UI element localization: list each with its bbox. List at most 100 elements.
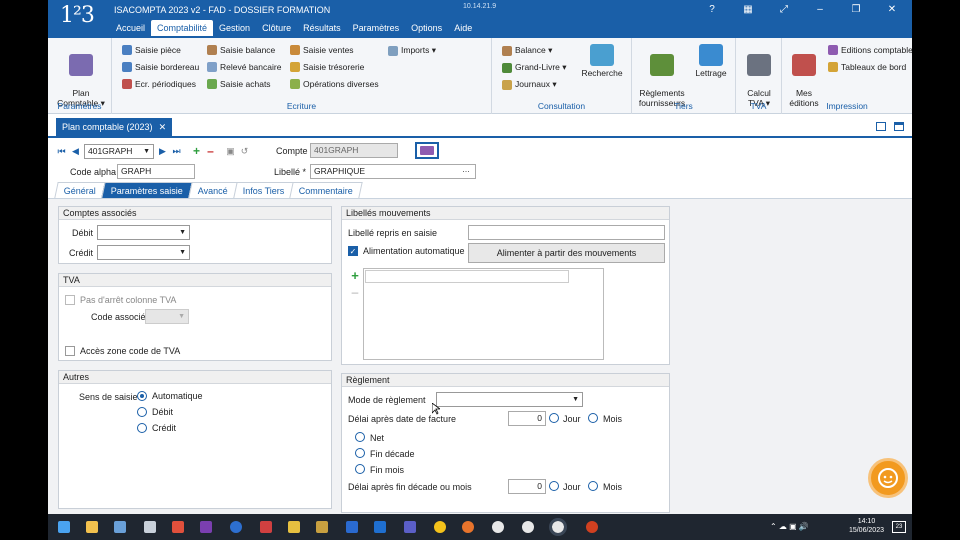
remove-icon[interactable]: –	[205, 144, 216, 158]
minimize-icon[interactable]: –	[810, 3, 830, 17]
powerpoint-icon[interactable]	[586, 521, 598, 533]
menu-cloture[interactable]: Clôture	[256, 20, 297, 36]
calcul-tva-button[interactable]: Calcul TVA ▾	[739, 44, 779, 108]
reglements-fournisseurs-button[interactable]: Règlements fournisseurs	[636, 44, 688, 108]
saisie-balance-button[interactable]: Saisie balance	[207, 45, 275, 55]
add-icon[interactable]: +	[348, 269, 362, 283]
tab-plan-comptable[interactable]: Plan comptable (2023) ✕	[56, 118, 173, 136]
imports-button[interactable]: Imports ▾	[388, 45, 436, 56]
saisie-ventes-button[interactable]: Saisie ventes	[290, 45, 354, 55]
prev-record-icon[interactable]: ◀	[70, 144, 81, 158]
debit-select[interactable]: ▼	[97, 225, 190, 240]
releve-bancaire-button[interactable]: Relevé bancaire	[207, 62, 281, 72]
menu-options[interactable]: Options	[405, 20, 448, 36]
undo-icon[interactable]: ↺	[239, 144, 250, 158]
next-record-icon[interactable]: ▶	[157, 144, 168, 158]
radio-fin-mois[interactable]	[355, 464, 365, 474]
radio-credit[interactable]	[137, 423, 147, 433]
code-associe-select[interactable]: ▼	[145, 309, 189, 324]
radio-automatique[interactable]	[137, 391, 147, 401]
radio-jour-2[interactable]	[549, 481, 559, 491]
app-icon[interactable]	[172, 521, 184, 533]
last-record-icon[interactable]: ⏭	[171, 144, 182, 158]
tab-infos-tiers[interactable]: Infos Tiers	[233, 182, 295, 198]
tab-avance[interactable]: Avancé	[188, 182, 238, 198]
menu-accueil[interactable]: Accueil	[110, 20, 151, 36]
credit-select[interactable]: ▼	[97, 245, 190, 260]
code-alpha-field[interactable]: GRAPH	[117, 164, 195, 179]
saisie-piece-button[interactable]: Saisie pièce	[122, 45, 181, 55]
restore-arrows-icon[interactable]: ⤢	[774, 3, 794, 17]
operations-diverses-button[interactable]: Opérations diverses	[290, 79, 379, 89]
menu-resultats[interactable]: Résultats	[297, 20, 347, 36]
delai2-input[interactable]: 0	[508, 479, 546, 494]
journaux-button[interactable]: Journaux ▾	[502, 79, 557, 90]
libelle-field[interactable]: GRAPHIQUE	[310, 164, 476, 179]
remove-icon[interactable]: –	[348, 285, 362, 299]
radio-mois-2[interactable]	[588, 481, 598, 491]
app-icon[interactable]	[230, 521, 242, 533]
window-icon[interactable]	[894, 122, 904, 131]
onenote-icon[interactable]	[200, 521, 212, 533]
app-icon[interactable]	[144, 521, 156, 533]
menu-aide[interactable]: Aide	[448, 20, 478, 36]
lettrage-button[interactable]: Lettrage	[690, 44, 732, 78]
tab-general[interactable]: Général	[54, 182, 106, 198]
radio-net[interactable]	[355, 432, 365, 442]
mode-reglement-select[interactable]: ▼	[436, 392, 583, 407]
radio-mois[interactable]	[588, 413, 598, 423]
libelle-repris-input[interactable]	[468, 225, 665, 240]
alimentation-checkbox[interactable]: ✓	[348, 246, 358, 256]
radio-jour[interactable]	[549, 413, 559, 423]
app-icon[interactable]	[288, 521, 300, 533]
outlook-icon[interactable]	[374, 521, 386, 533]
help-icon[interactable]: ?	[702, 3, 722, 17]
delai-input[interactable]: 0	[508, 411, 546, 426]
saisie-tresorerie-button[interactable]: Saisie trésorerie	[290, 62, 364, 72]
firefox-icon[interactable]	[462, 521, 474, 533]
close-tab-icon[interactable]: ✕	[159, 118, 167, 136]
windows-start-icon[interactable]	[58, 521, 70, 533]
clock[interactable]: 14:10 15/06/2023	[849, 517, 884, 535]
pas-arret-checkbox[interactable]	[65, 295, 75, 305]
recherche-button[interactable]: Recherche	[578, 44, 626, 78]
editions-comptables-button[interactable]: Editions comptables	[828, 45, 912, 55]
mes-editions-button[interactable]: Mes éditions	[784, 44, 824, 108]
tab-parametres-saisie[interactable]: Paramètres saisie	[101, 182, 193, 198]
chrome-icon[interactable]	[434, 521, 446, 533]
saisie-bordereau-button[interactable]: Saisie bordereau	[122, 62, 199, 72]
radio-debit[interactable]	[137, 407, 147, 417]
maximize-icon[interactable]: ❐	[846, 3, 866, 17]
acces-zone-checkbox[interactable]	[65, 346, 75, 356]
libelles-list[interactable]	[363, 268, 604, 360]
balance-button[interactable]: Balance ▾	[502, 45, 552, 56]
menu-gestion[interactable]: Gestion	[213, 20, 256, 36]
first-record-icon[interactable]: ⏮	[56, 144, 67, 158]
tableaux-de-bord-button[interactable]: Tableaux de bord	[828, 62, 906, 72]
card-button[interactable]	[415, 142, 439, 159]
grand-livre-button[interactable]: Grand-Livre ▾	[502, 62, 567, 73]
app-icon[interactable]	[260, 521, 272, 533]
save-icon[interactable]: ▣	[225, 144, 236, 158]
add-icon[interactable]: +	[191, 144, 202, 158]
calculator-icon[interactable]	[114, 521, 126, 533]
alimenter-button[interactable]: Alimenter à partir des mouvements	[468, 243, 665, 263]
help-assistant-icon[interactable]	[868, 458, 908, 498]
saisie-achats-button[interactable]: Saisie achats	[207, 79, 271, 89]
layout-icon[interactable]	[876, 122, 886, 131]
calculator-icon[interactable]: ▦	[738, 3, 758, 17]
app-icon[interactable]	[522, 521, 534, 533]
tray-icons[interactable]: ⌃ ☁ ▣ 🔊	[770, 522, 809, 531]
app-icon[interactable]	[492, 521, 504, 533]
list-item[interactable]	[365, 270, 569, 283]
close-icon[interactable]: ✕	[882, 3, 902, 17]
teams-icon[interactable]	[404, 521, 416, 533]
menu-comptabilite[interactable]: Comptabilité	[151, 20, 214, 36]
ecr-periodiques-button[interactable]: Ecr. périodiques	[122, 79, 196, 89]
file-explorer-icon[interactable]	[86, 521, 98, 533]
app-icon[interactable]	[549, 518, 567, 536]
radio-fin-decade[interactable]	[355, 448, 365, 458]
plan-comptable-button[interactable]: Plan Comptable ▾	[54, 44, 108, 108]
notification-icon[interactable]: 23	[892, 521, 906, 533]
account-selector[interactable]: 401GRAPH ▼	[84, 143, 154, 159]
